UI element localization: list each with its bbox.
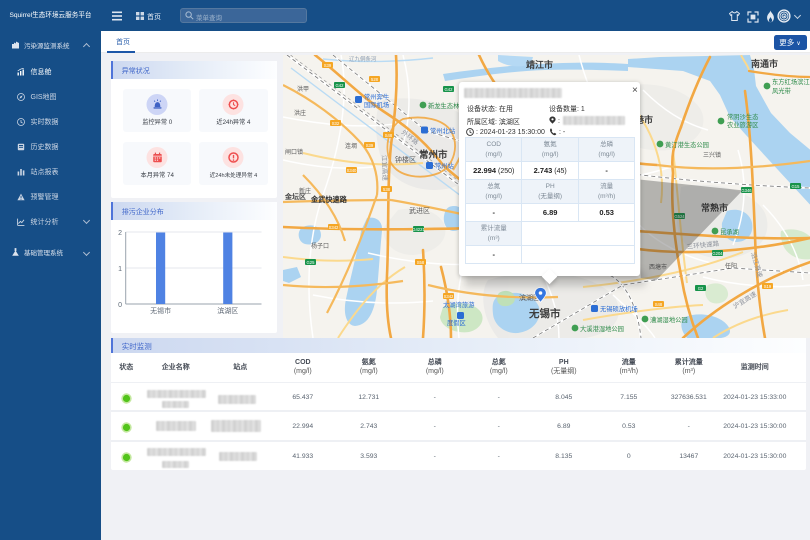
svg-text:常州北站: 常州北站 <box>430 126 456 135</box>
svg-text:滨湖区: 滨湖区 <box>217 305 238 314</box>
svg-text:度假区: 度假区 <box>447 318 466 327</box>
svg-text:S39: S39 <box>365 143 373 148</box>
svg-text:S39: S39 <box>323 63 331 68</box>
svg-text:S19: S19 <box>763 284 771 289</box>
svg-text:无锡硕放机场: 无锡硕放机场 <box>600 304 638 313</box>
svg-text:常州市: 常州市 <box>419 149 448 161</box>
svg-text:0: 0 <box>118 301 122 308</box>
svg-text:国际机场: 国际机场 <box>364 100 389 109</box>
svg-text:常阴沙生态: 常阴沙生态 <box>727 112 759 121</box>
svg-text:S58: S58 <box>416 260 424 265</box>
svg-text:风光带: 风光带 <box>772 86 791 95</box>
svg-text:太湖湾旅游: 太湖湾旅游 <box>443 300 475 309</box>
svg-text:G4221: G4221 <box>412 227 425 232</box>
svg-text:G42: G42 <box>335 83 344 88</box>
svg-text:无锡市: 无锡市 <box>528 307 561 320</box>
svg-text:闸口镇: 闸口镇 <box>285 148 303 156</box>
svg-text:黄汀港生态公园: 黄汀港生态公园 <box>665 140 709 149</box>
svg-text:538: 538 <box>383 187 391 192</box>
svg-text:三兴镇: 三兴镇 <box>703 151 721 159</box>
svg-text:2: 2 <box>118 230 122 237</box>
svg-text:农业旅游区: 农业旅游区 <box>727 120 758 129</box>
svg-text:S48: S48 <box>384 133 392 138</box>
svg-text:常州站: 常州站 <box>435 161 455 170</box>
svg-text:大溪港湿地公园: 大溪港湿地公园 <box>580 324 624 333</box>
svg-text:528: 528 <box>371 77 379 82</box>
svg-text:S342: S342 <box>443 294 453 299</box>
svg-text:常州奔牛: 常州奔牛 <box>364 92 389 101</box>
svg-text:新龙生态林: 新龙生态林 <box>428 101 460 110</box>
svg-text:S48: S48 <box>654 302 662 307</box>
svg-text:G204: G204 <box>712 251 723 256</box>
svg-text:昆承湖: 昆承湖 <box>720 227 739 236</box>
svg-text:1: 1 <box>118 266 122 273</box>
svg-text:连堈: 连堈 <box>345 142 357 150</box>
svg-text:S32: S32 <box>331 121 339 126</box>
svg-text:无锡市: 无锡市 <box>150 305 171 314</box>
svg-text:杨子口: 杨子口 <box>311 242 329 250</box>
svg-text:任阳: 任阳 <box>725 262 737 270</box>
svg-text:G42: G42 <box>444 87 453 92</box>
svg-text:G25: G25 <box>306 260 315 265</box>
svg-text:钟楼区: 钟楼区 <box>395 155 416 164</box>
svg-text:漕湖湿地公园: 漕湖湿地公园 <box>650 315 688 324</box>
svg-text:G15: G15 <box>791 184 800 189</box>
svg-text:金武快速路: 金武快速路 <box>310 195 348 204</box>
svg-text:S342: S342 <box>328 225 338 230</box>
svg-text:靖江市: 靖江市 <box>526 59 553 70</box>
svg-text:武进区: 武进区 <box>409 206 430 215</box>
svg-text:G2: G2 <box>697 286 703 291</box>
svg-text:洪庄: 洪庄 <box>294 109 306 117</box>
svg-text:G346: G346 <box>741 188 752 193</box>
svg-text:辽九侗条河: 辽九侗条河 <box>349 55 377 63</box>
svg-text:S340: S340 <box>346 168 356 173</box>
svg-text:南通市: 南通市 <box>751 58 778 69</box>
svg-text:洪甲: 洪甲 <box>297 85 309 93</box>
svg-text:新庄: 新庄 <box>299 187 311 195</box>
svg-text:东方红场滨江: 东方红场滨江 <box>772 77 810 86</box>
